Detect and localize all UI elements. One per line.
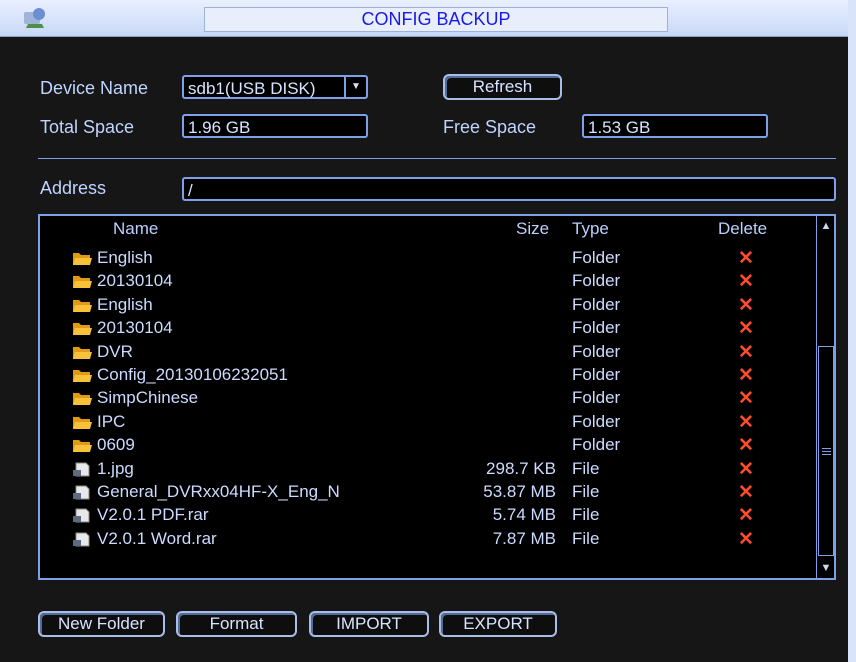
folder-icon [73, 440, 92, 453]
window-title: CONFIG BACKUP [204, 7, 668, 32]
file-icon [73, 462, 90, 477]
column-header-delete[interactable]: Delete [718, 219, 767, 239]
folder-icon [73, 323, 92, 336]
table-row[interactable]: IPC Folder ✕ [40, 410, 816, 434]
delete-icon[interactable]: ✕ [738, 388, 754, 410]
import-button[interactable]: IMPORT [309, 611, 429, 637]
file-icon [73, 532, 90, 547]
file-type: File [572, 528, 600, 548]
delete-icon[interactable]: ✕ [738, 529, 754, 551]
folder-icon [73, 276, 92, 289]
chevron-down-icon[interactable]: ▼ [344, 77, 366, 97]
scroll-up-icon[interactable]: ▲ [817, 216, 834, 236]
total-space-field: 1.96 GB [182, 114, 368, 138]
app-logo-icon [24, 8, 45, 28]
export-button[interactable]: EXPORT [439, 611, 557, 637]
file-type: Folder [572, 411, 621, 431]
title-bar: CONFIG BACKUP [0, 0, 856, 37]
file-type: Folder [572, 294, 621, 314]
table-row[interactable]: English Folder ✕ [40, 246, 816, 270]
file-name: SimpChinese [97, 388, 199, 408]
table-row[interactable]: 20130104 Folder ✕ [40, 269, 816, 293]
column-header-name[interactable]: Name [113, 219, 158, 239]
refresh-button[interactable]: Refresh [443, 74, 562, 100]
address-input[interactable]: / [182, 177, 836, 201]
address-label: Address [40, 178, 107, 198]
folder-icon [73, 393, 92, 406]
file-name: English [97, 294, 153, 314]
file-name: 1.jpg [97, 458, 134, 478]
device-name-select[interactable]: sdb1(USB DISK) ▼ [182, 75, 368, 99]
file-size: 5.74 MB [492, 505, 556, 525]
delete-icon[interactable]: ✕ [738, 505, 754, 527]
file-list[interactable]: Name Size Type Delete English Folder ✕ 2013… [38, 214, 836, 580]
section-divider [38, 158, 836, 159]
file-name: IPC [97, 411, 126, 431]
file-name: 0609 [97, 435, 135, 455]
delete-icon[interactable]: ✕ [738, 365, 754, 387]
file-name: DVR [97, 341, 133, 361]
scroll-down-icon[interactable]: ▼ [817, 558, 834, 578]
delete-icon[interactable]: ✕ [738, 459, 754, 481]
table-row[interactable]: General_DVRxx04HF-X_Eng_N 53.87 MB File ✕ [40, 480, 816, 504]
folder-icon [73, 370, 92, 382]
window-edge [848, 0, 856, 662]
file-size: 53.87 MB [483, 482, 556, 501]
scrollbar-thumb[interactable] [818, 346, 834, 556]
file-type: Folder [572, 318, 621, 338]
file-type: File [572, 505, 600, 525]
file-name: 20130104 [97, 318, 173, 338]
file-type: File [572, 482, 600, 501]
delete-icon[interactable]: ✕ [738, 271, 754, 293]
delete-icon[interactable]: ✕ [738, 435, 754, 457]
table-row[interactable]: V2.0.1 Word.rar 7.87 MB File ✕ [40, 527, 816, 551]
column-header-type[interactable]: Type [572, 219, 609, 239]
file-name: English [97, 248, 153, 267]
table-row[interactable]: V2.0.1 PDF.rar 5.74 MB File ✕ [40, 503, 816, 527]
delete-icon[interactable]: ✕ [738, 295, 754, 317]
file-name: V2.0.1 PDF.rar [97, 505, 209, 525]
device-name-label: Device Name [40, 78, 149, 98]
folder-icon [73, 299, 92, 312]
file-name: 20130104 [97, 271, 173, 291]
folder-icon [73, 416, 92, 429]
device-name-value: sdb1(USB DISK) [188, 79, 316, 98]
file-name: V2.0.1 Word.rar [97, 528, 217, 548]
delete-icon[interactable]: ✕ [738, 412, 754, 434]
free-space-field: 1.53 GB [582, 114, 768, 138]
file-type: Folder [572, 435, 621, 455]
table-row[interactable]: Config_20130106232051 Folder ✕ [40, 363, 816, 387]
free-space-label: Free Space [443, 117, 537, 137]
file-size: 7.87 MB [492, 528, 556, 548]
table-row[interactable]: 1.jpg 298.7 KB File ✕ [40, 457, 816, 481]
new-folder-button[interactable]: New Folder [38, 611, 165, 637]
file-name: General_DVRxx04HF-X_Eng_N [97, 482, 340, 501]
delete-icon[interactable]: ✕ [738, 342, 754, 364]
file-icon [73, 508, 90, 523]
file-type: File [572, 458, 600, 478]
file-type: Folder [572, 271, 621, 291]
file-size: 298.7 KB [486, 458, 556, 478]
table-row[interactable]: English Folder ✕ [40, 293, 816, 317]
folder-icon [73, 346, 92, 359]
column-header-size[interactable]: Size [516, 219, 549, 239]
delete-icon[interactable]: ✕ [738, 318, 754, 340]
file-type: Folder [572, 341, 621, 361]
format-button[interactable]: Format [176, 611, 297, 637]
file-type: Folder [572, 248, 621, 267]
file-type: Folder [572, 388, 621, 408]
folder-icon [73, 253, 92, 265]
total-space-label: Total Space [40, 117, 135, 137]
table-row[interactable]: DVR Folder ✕ [40, 340, 816, 364]
file-name: Config_20130106232051 [97, 365, 288, 384]
file-icon [73, 485, 90, 500]
delete-icon[interactable]: ✕ [738, 482, 754, 504]
delete-icon[interactable]: ✕ [738, 248, 754, 270]
file-type: Folder [572, 365, 621, 384]
table-row[interactable]: SimpChinese Folder ✕ [40, 386, 816, 410]
table-row[interactable]: 0609 Folder ✕ [40, 433, 816, 457]
table-row[interactable]: 20130104 Folder ✕ [40, 316, 816, 340]
vertical-scrollbar[interactable]: ▲ ▼ [816, 216, 834, 578]
